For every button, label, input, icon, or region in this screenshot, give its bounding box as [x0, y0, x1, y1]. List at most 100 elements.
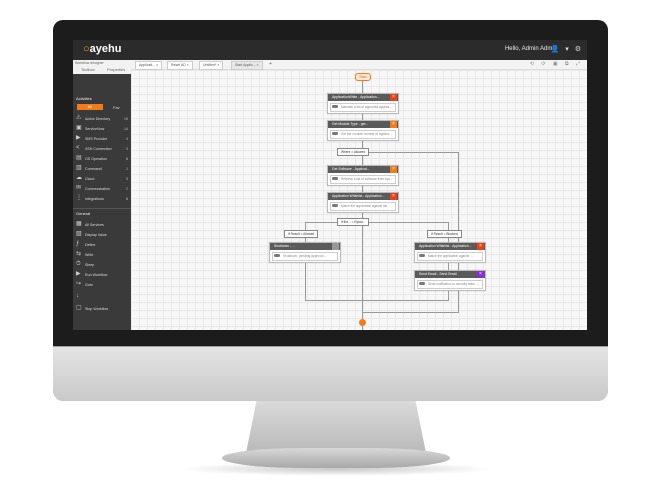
node-description: Maintain a list of approved applica...: [330, 103, 396, 112]
sidebar-item-ssh[interactable]: < SSH Connection 3: [73, 144, 131, 154]
close-icon[interactable]: ×: [390, 121, 397, 128]
connector-merge: [305, 300, 449, 301]
timer-icon: ⏱: [76, 261, 81, 267]
filter-fav-tab[interactable]: Fav: [113, 105, 120, 110]
app-logo[interactable]: ○ayehu: [83, 43, 121, 55]
toggle-switch[interactable]: [332, 105, 338, 108]
add-tab-button[interactable]: +: [269, 61, 272, 67]
connector-branch: [305, 222, 448, 223]
node-description: Retrieve a list of software from sys...: [330, 175, 396, 184]
workflow-node[interactable]: ApplicationWhite - Application... × Main…: [327, 93, 399, 114]
close-icon[interactable]: ×: [390, 166, 397, 173]
stop-icon: ▢: [76, 305, 82, 311]
sidebar-item-command[interactable]: ▥ Command 1: [73, 164, 131, 174]
workflow-tabs: Applicati... × Reset AD × Untitled* × St…: [131, 60, 587, 70]
node-description: Send notification to security team ...: [417, 280, 483, 289]
filter-all-tab[interactable]: All: [77, 104, 103, 110]
monitor-neck: [246, 399, 426, 453]
sidebar-item-define[interactable]: ƒ Define: [73, 240, 131, 250]
sidebar-divider: [73, 208, 131, 209]
node-title: Send Email - Send Email: [415, 271, 485, 278]
status-icon[interactable]: [332, 243, 339, 250]
sidebar-item-all-services[interactable]: ▦ All Services: [73, 220, 131, 230]
sidebar-header: Workflow designer Toolbox Properties: [73, 60, 131, 74]
end-node[interactable]: [359, 319, 366, 326]
sidebar-item-sms-provider[interactable]: ▶ SMS Provider 4: [73, 134, 131, 144]
sidebar: Workflow designer Toolbox Properties Act…: [73, 60, 131, 330]
section-general: General: [76, 211, 91, 216]
node-title: Get Module Type - get...: [328, 121, 398, 128]
node-title: Get Software - Applicat...: [328, 166, 398, 173]
node-description: Match the application against list...: [330, 202, 396, 211]
connector-loop-bottom: [362, 312, 459, 313]
app-screen: ○ayehu Hello, Admin Admin 👤 ▾ ⚙ Workflow…: [73, 40, 587, 330]
sidebar-item-active-directory[interactable]: ⚠ Active Directory 15: [73, 114, 131, 124]
toggle-switch[interactable]: [419, 282, 425, 285]
sidebar-item-os-operation[interactable]: ▤ OS Operation 8: [73, 154, 131, 164]
workflow-node[interactable]: Get Module Type - get... × Get the modul…: [327, 120, 399, 141]
close-icon[interactable]: ×: [477, 243, 484, 250]
mail-icon: ✉: [76, 185, 82, 191]
sidebar-item-write[interactable]: ⇆ Write: [73, 250, 131, 260]
designer-search-label[interactable]: Workflow designer: [75, 61, 104, 65]
start-node[interactable]: Start: [355, 73, 371, 81]
servicenow-icon: ▣: [76, 125, 82, 131]
sidebar-item-sleep[interactable]: ⏱ Sleep: [73, 260, 131, 270]
node-description: Shutdown, pending approval ...: [272, 252, 338, 261]
sidebar-item-goto[interactable]: ↪ Goto: [73, 280, 131, 290]
tab-workflow-3[interactable]: Untitled* ×: [199, 61, 224, 70]
workflow-node[interactable]: Application Whitelist - Application... ×…: [327, 192, 399, 213]
workflow-node[interactable]: Application Whitelist - Application... ×…: [414, 242, 486, 263]
toggle-switch[interactable]: [332, 204, 338, 207]
sidebar-item-unnamed[interactable]: ↓: [73, 292, 131, 302]
section-activities: Activities: [76, 96, 92, 101]
monitor-base: [222, 448, 450, 468]
sidebar-item-display-value[interactable]: ▧ Display Value: [73, 230, 131, 240]
close-icon[interactable]: ×: [390, 193, 397, 200]
sidebar-item-communication[interactable]: ✉ Communication 2: [73, 184, 131, 194]
toggle-switch[interactable]: [332, 177, 338, 180]
tab-properties[interactable]: Properties: [107, 67, 125, 72]
user-greeting[interactable]: Hello, Admin Admin: [505, 46, 557, 52]
arrow-down-icon: ↓: [76, 293, 79, 299]
close-icon[interactable]: ×: [390, 94, 397, 101]
warning-icon: ⚠: [76, 115, 82, 121]
user-settings-icons[interactable]: 👤 ▾ ⚙: [551, 45, 583, 53]
tab-workflow-4[interactable]: Start Applic... ×: [231, 61, 263, 70]
sidebar-item-run-workflow[interactable]: ▶ Run Workflow: [73, 270, 131, 280]
top-navigation-bar: ○ayehu Hello, Admin Admin 👤 ▾ ⚙: [73, 40, 587, 60]
swap-icon: ⇆: [76, 251, 82, 257]
monitor-chin: [53, 346, 608, 401]
integrations-icon: ⋮: [76, 195, 82, 201]
toggle-switch[interactable]: [419, 254, 425, 257]
tab-workflow-2[interactable]: Reset AD ×: [167, 61, 193, 70]
condition-label[interactable]: If Result = Allowed: [284, 230, 319, 238]
play-icon: ▶: [76, 135, 81, 141]
workflow-node[interactable]: Send Email - Send Email × Send notificat…: [414, 270, 486, 291]
condition-label[interactable]: If the... = Equal...: [337, 218, 370, 226]
function-icon: ƒ: [76, 241, 80, 247]
command-icon: ▥: [76, 165, 82, 171]
tab-workflow-1[interactable]: Applicati... ×: [135, 61, 163, 70]
workflow-node[interactable]: Get Software - Applicat... × Retrieve a …: [327, 165, 399, 186]
workflow-node[interactable]: Shutdown - ... Shutdown, pending approva…: [269, 242, 341, 263]
toolbar-icons[interactable]: ⟲ ⟳ ▣ ⧉ ⤢: [530, 61, 583, 67]
workflow-canvas[interactable]: Start ApplicationWhite - Application... …: [131, 70, 587, 330]
condition-label[interactable]: If Result = Blocked: [427, 230, 462, 238]
grid-icon: ▦: [76, 221, 82, 227]
condition-label[interactable]: Where = Allowed: [337, 148, 370, 156]
node-description: Match the application against ...: [417, 252, 483, 261]
tab-toolbox[interactable]: Toolbox: [81, 67, 95, 72]
sidebar-item-cloud[interactable]: ☁ Cloud 3: [73, 174, 131, 184]
sidebar-item-servicenow[interactable]: ▣ ServiceNow 14: [73, 124, 131, 134]
toggle-switch[interactable]: [332, 132, 338, 135]
sidebar-item-stop-workflow[interactable]: ▢ Stop Workflow: [73, 304, 131, 314]
os-icon: ▤: [76, 155, 82, 161]
node-title: ApplicationWhite - Application...: [328, 94, 398, 101]
terminal-icon: <: [76, 145, 80, 151]
toggle-switch[interactable]: [274, 254, 280, 257]
close-icon[interactable]: ×: [477, 271, 484, 278]
sidebar-item-integrations[interactable]: ⋮ Integrations 8: [73, 194, 131, 204]
node-title: Shutdown - ...: [270, 243, 340, 250]
play-icon: ▶: [76, 271, 81, 277]
